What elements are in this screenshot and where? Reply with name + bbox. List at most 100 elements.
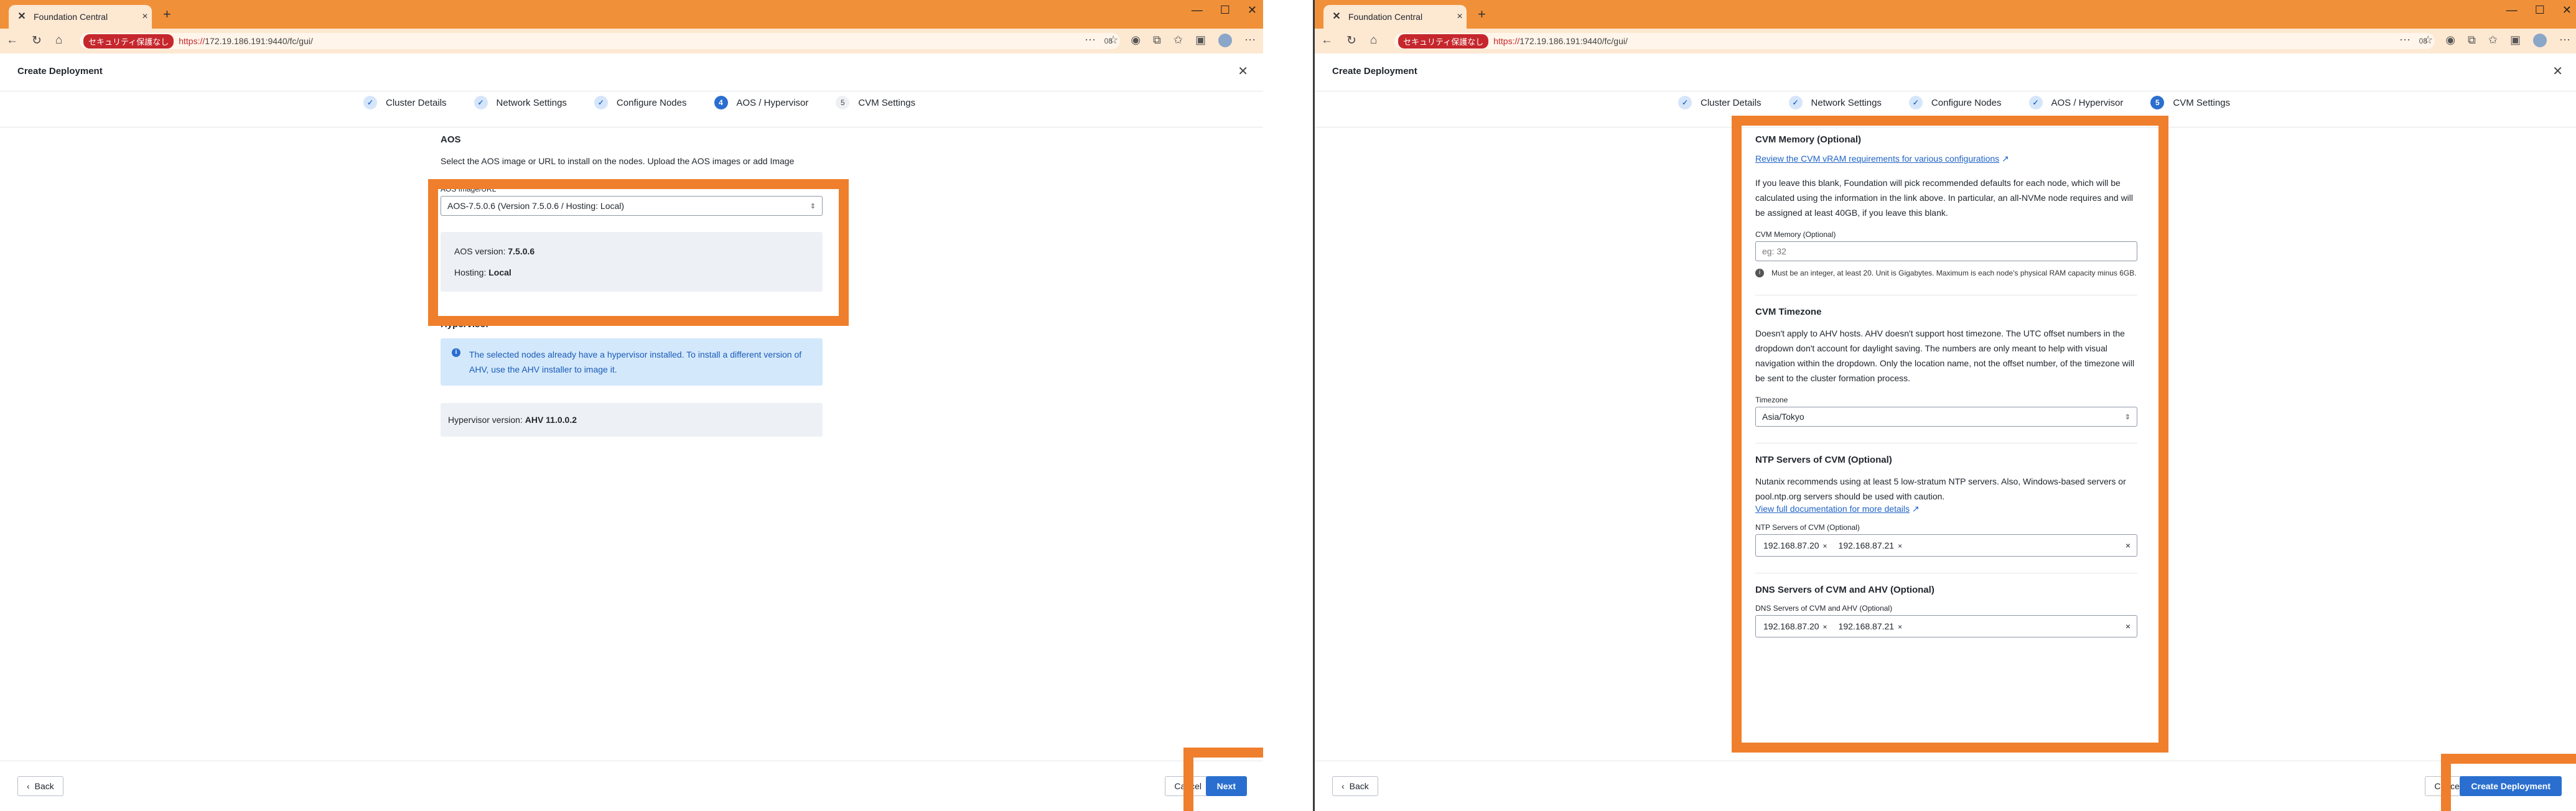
aos-field-label: AOS Image/URL xyxy=(441,185,497,193)
hypervisor-version-label: Hypervisor version: xyxy=(448,415,523,425)
step-number: 5 xyxy=(836,96,850,109)
step-configure-nodes[interactable]: ✓ Configure Nodes xyxy=(594,96,687,109)
dns-server-tag: 192.168.87.20 × xyxy=(1763,621,1827,631)
check-icon: ✓ xyxy=(363,96,377,109)
info-icon: i xyxy=(1755,269,1764,277)
step-number: 4 xyxy=(714,96,728,109)
aos-heading: AOS xyxy=(441,134,461,145)
step-cvm-settings[interactable]: 5 CVM Settings xyxy=(2150,96,2230,109)
remove-tag-icon[interactable]: × xyxy=(1898,542,1902,550)
aos-version-label: AOS version: xyxy=(454,246,506,256)
gap xyxy=(1263,0,1313,811)
step-network-settings[interactable]: ✓ Network Settings xyxy=(474,96,567,109)
back-button[interactable]: ‹ Back xyxy=(17,776,63,796)
timezone-description: Doesn't apply to AHV hosts. AHV doesn't … xyxy=(1755,328,2135,383)
collections-icon[interactable]: ▣ xyxy=(2510,34,2521,47)
hypervisor-heading: Hypervisor xyxy=(441,319,490,330)
ntp-servers-input[interactable]: 192.168.87.20 × 192.168.87.21 × × xyxy=(1755,534,2137,557)
cvm-vram-link[interactable]: Review the CVM vRAM requirements for var… xyxy=(1755,154,1999,164)
security-badge[interactable]: セキュリティ保護なし xyxy=(83,34,174,49)
url-field[interactable]: セキュリティ保護なし https:// 172.19.186.191:9440/… xyxy=(80,33,1120,49)
chevron-left-icon: ‹ xyxy=(27,781,30,791)
star-icon[interactable]: ☆ xyxy=(2423,34,2433,47)
back-arrow-icon[interactable]: ← xyxy=(6,34,18,48)
timezone-select[interactable]: Asia/Tokyo ⇕ xyxy=(1755,407,2137,427)
nutanix-x-icon: ✕ xyxy=(17,11,26,22)
external-link-icon: ↗ xyxy=(2002,154,2009,164)
extension-icon[interactable]: ◉ xyxy=(1131,34,1141,47)
menu-icon[interactable]: ⋯ xyxy=(1244,34,1256,47)
url-scheme: https:// xyxy=(179,36,205,46)
step-aos-hypervisor[interactable]: ✓ AOS / Hypervisor xyxy=(2028,96,2123,109)
favorites-icon[interactable]: ✩ xyxy=(1174,34,1183,47)
modal-footer: ‹ Back Cancel Create Deployment xyxy=(1315,761,2576,811)
hosting-value: Local xyxy=(488,267,511,277)
address-bar: ← ↻ ⌂ セキュリティ保護なし https:// 172.19.186.191… xyxy=(1315,29,2576,54)
aos-image-select[interactable]: AOS-7.5.0.6 (Version 7.5.0.6 / Hosting: … xyxy=(441,196,823,216)
window-controls: — ☐ ✕ xyxy=(2506,4,2572,17)
modal-header: Create Deployment ✕ xyxy=(0,53,1263,91)
profile-avatar[interactable] xyxy=(1218,34,1232,47)
window-controls: — ☐ ✕ xyxy=(1192,4,1257,17)
puzzle-icon[interactable]: ⧉ xyxy=(1153,34,1161,47)
security-badge[interactable]: セキュリティ保護なし xyxy=(1398,34,1489,49)
modal-close-icon[interactable]: ✕ xyxy=(2552,63,2563,79)
menu-icon[interactable]: ⋯ xyxy=(2559,34,2570,47)
check-icon: ✓ xyxy=(1678,96,1692,109)
star-icon[interactable]: ☆ xyxy=(1108,34,1118,47)
ntp-heading: NTP Servers of CVM (Optional) xyxy=(1755,455,1892,465)
favorites-icon[interactable]: ✩ xyxy=(2488,34,2498,47)
step-configure-nodes[interactable]: ✓ Configure Nodes xyxy=(1908,96,2002,109)
step-aos-hypervisor[interactable]: 4 AOS / Hypervisor xyxy=(714,96,808,109)
browser-tab[interactable]: ✕ Foundation Central × xyxy=(1323,5,1467,29)
home-icon[interactable]: ⌂ xyxy=(55,34,62,48)
close-tab-icon[interactable]: × xyxy=(138,11,152,22)
timezone-field-label: Timezone xyxy=(1755,396,1788,404)
maximize-icon[interactable]: ☐ xyxy=(1220,4,1230,17)
clear-icon[interactable]: × xyxy=(2126,621,2130,631)
remove-tag-icon[interactable]: × xyxy=(1823,623,1827,631)
back-arrow-icon[interactable]: ← xyxy=(1321,34,1333,48)
ntp-docs-link[interactable]: View full documentation for more details xyxy=(1755,504,1910,514)
remove-tag-icon[interactable]: × xyxy=(1823,542,1827,550)
dns-servers-input[interactable]: 192.168.87.20 × 192.168.87.21 × × xyxy=(1755,615,2137,637)
close-window-icon[interactable]: ✕ xyxy=(2562,4,2572,17)
close-tab-icon[interactable]: × xyxy=(1453,11,1467,22)
new-tab-icon[interactable]: + xyxy=(1478,6,1486,22)
create-deployment-button[interactable]: Create Deployment xyxy=(2460,776,2562,796)
browser-tab[interactable]: ✕ Foundation Central × xyxy=(9,5,152,29)
reload-icon[interactable]: ↻ xyxy=(32,34,42,48)
url-host: 172.19.186.191:9440/fc/gui/ xyxy=(1519,36,1628,46)
timezone-section: CVM Timezone Doesn't apply to AHV hosts.… xyxy=(1755,295,2137,427)
minimize-icon[interactable]: — xyxy=(1192,4,1203,17)
home-icon[interactable]: ⌂ xyxy=(1370,34,1377,48)
minimize-icon[interactable]: — xyxy=(2506,4,2518,17)
modal-close-icon[interactable]: ✕ xyxy=(1238,63,1248,79)
new-tab-icon[interactable]: + xyxy=(163,6,171,22)
step-cvm-settings[interactable]: 5 CVM Settings xyxy=(836,96,915,109)
close-window-icon[interactable]: ✕ xyxy=(1248,4,1257,17)
collections-icon[interactable]: ▣ xyxy=(1195,34,1206,47)
remove-tag-icon[interactable]: × xyxy=(1898,623,1902,631)
step-cluster-details[interactable]: ✓ Cluster Details xyxy=(363,96,447,109)
tab-bar: ✕ Foundation Central × + — ☐ ✕ xyxy=(0,0,1263,29)
profile-avatar[interactable] xyxy=(2533,34,2547,47)
clear-icon[interactable]: × xyxy=(2126,540,2130,550)
cancel-button[interactable]: Cancel xyxy=(1165,776,1211,796)
more-icon[interactable]: ⋯ xyxy=(1085,34,1096,47)
puzzle-icon[interactable]: ⧉ xyxy=(2468,34,2476,47)
cvm-memory-field-label: CVM Memory (Optional) xyxy=(1755,230,1836,239)
hypervisor-version-value: AHV 11.0.0.2 xyxy=(525,415,577,425)
extension-icon[interactable]: ◉ xyxy=(2445,34,2455,47)
step-network-settings[interactable]: ✓ Network Settings xyxy=(1788,96,1882,109)
reload-icon[interactable]: ↻ xyxy=(1346,34,1356,48)
back-button[interactable]: ‹ Back xyxy=(1332,776,1378,796)
step-cluster-details[interactable]: ✓ Cluster Details xyxy=(1678,96,1762,109)
maximize-icon[interactable]: ☐ xyxy=(2535,4,2545,17)
next-button[interactable]: Next xyxy=(1205,776,1247,796)
external-link-icon: ↗ xyxy=(1911,504,1920,514)
ntp-field-label: NTP Servers of CVM (Optional) xyxy=(1755,523,1860,532)
more-icon[interactable]: ⋯ xyxy=(2399,34,2410,47)
url-field[interactable]: セキュリティ保護なし https:// 172.19.186.191:9440/… xyxy=(1394,33,2435,49)
cvm-memory-input[interactable]: eg: 32 xyxy=(1755,241,2137,261)
